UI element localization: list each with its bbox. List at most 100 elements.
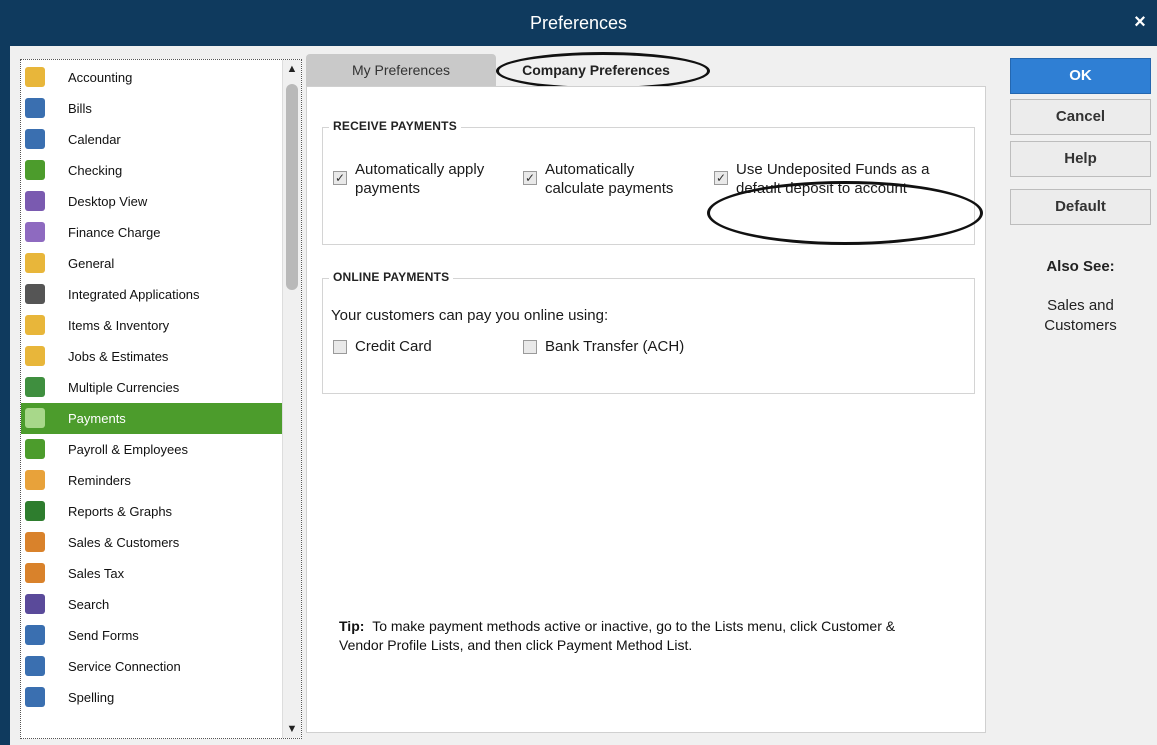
sidebar-item-label: Desktop View <box>68 194 148 209</box>
sidebar-item[interactable]: Integrated Applications <box>21 279 283 310</box>
window-frame <box>0 46 10 745</box>
tip-prefix: Tip: <box>339 618 365 634</box>
close-icon[interactable]: × <box>1129 10 1151 34</box>
tab-company-preferences-label: Company Preferences <box>522 62 670 78</box>
auto-apply-line1: Automatically apply <box>355 161 485 178</box>
general-icon <box>25 253 45 273</box>
auto-calc-label[interactable]: Automatically calculate payments <box>545 160 673 198</box>
sidebar-item[interactable]: Payroll & Employees <box>21 434 283 465</box>
payroll-icon <box>25 439 45 459</box>
auto-calc-checkbox[interactable]: ✓ <box>523 171 537 185</box>
scroll-down-arrow-icon[interactable]: ▼ <box>283 720 301 738</box>
payments-icon <box>25 408 45 428</box>
sidebar-item[interactable]: Calendar <box>21 124 283 155</box>
jobs-estimates-icon <box>25 346 45 366</box>
sidebar-item-label: Service Connection <box>68 659 181 674</box>
spelling-icon <box>25 687 45 707</box>
sidebar-item-label: Bills <box>68 101 92 116</box>
desktop-view-icon <box>25 191 45 211</box>
sidebar-item-label: Jobs & Estimates <box>68 349 169 364</box>
multiple-currencies-icon <box>25 377 45 397</box>
company-preferences-panel: RECEIVE PAYMENTS ✓ Automatically apply p… <box>306 86 986 733</box>
ok-button[interactable]: OK <box>1010 58 1151 94</box>
tab-company-preferences[interactable]: Company Preferences <box>498 54 694 86</box>
sidebar-item[interactable]: Sales Tax <box>21 558 283 589</box>
credit-card-checkbox[interactable] <box>333 340 347 354</box>
sidebar-item-label: Send Forms <box>68 628 139 643</box>
sidebar-item-label: Sales Tax <box>68 566 125 581</box>
receive-payments-heading: RECEIVE PAYMENTS <box>329 119 461 133</box>
checking-icon <box>25 160 45 180</box>
sidebar-item[interactable]: Finance Charge <box>21 217 283 248</box>
auto-apply-checkbox[interactable]: ✓ <box>333 171 347 185</box>
search-icon <box>25 594 45 614</box>
items-inventory-icon <box>25 315 45 335</box>
help-button[interactable]: Help <box>1010 141 1151 177</box>
sidebar-item-label: Calendar <box>68 132 121 147</box>
calendar-icon <box>25 129 45 149</box>
sidebar-item-label: Items & Inventory <box>68 318 170 333</box>
sidebar-item[interactable]: Desktop View <box>21 186 283 217</box>
scroll-thumb[interactable] <box>286 84 298 290</box>
sidebar-item[interactable]: Payments <box>21 403 283 434</box>
sidebar-item[interactable]: Multiple Currencies <box>21 372 283 403</box>
undeposited-line1: Use Undeposited Funds as a <box>736 161 930 178</box>
tip-body: To make payment methods active or inacti… <box>339 618 896 653</box>
sidebar-item[interactable]: Items & Inventory <box>21 310 283 341</box>
online-payments-intro: Your customers can pay you online using: <box>331 307 609 324</box>
sidebar-item-label: Payments <box>68 411 126 426</box>
sales-customers-link[interactable]: Sales and Customers <box>1010 296 1151 336</box>
sidebar-item-label: Reports & Graphs <box>68 504 173 519</box>
sidebar-item-label: Integrated Applications <box>68 287 200 302</box>
also-see-heading: Also See: <box>1046 258 1115 275</box>
undeposited-line2: default deposit to account <box>736 180 907 197</box>
auto-calc-line1: Automatically <box>545 161 635 178</box>
auto-apply-label[interactable]: Automatically apply payments <box>355 160 484 198</box>
also-see-link-line1: Sales and <box>1047 297 1114 314</box>
undeposited-funds-checkbox[interactable]: ✓ <box>714 171 728 185</box>
tab-my-preferences[interactable]: My Preferences <box>306 54 496 86</box>
tip-text: Tip: To make payment methods active or i… <box>339 617 939 655</box>
bank-transfer-checkbox[interactable] <box>523 340 537 354</box>
sidebar-item[interactable]: Accounting <box>21 62 283 93</box>
sidebar-item-label: Finance Charge <box>68 225 161 240</box>
sidebar-item-label: Spelling <box>68 690 115 705</box>
undeposited-funds-label[interactable]: Use Undeposited Funds as a default depos… <box>736 160 929 198</box>
sales-tax-icon <box>25 563 45 583</box>
category-items: Accounting Bills Calendar Checking Desktop V… <box>21 62 283 713</box>
sidebar-item-label: Multiple Currencies <box>68 380 180 395</box>
auto-calc-line2: calculate payments <box>545 180 674 197</box>
sidebar-item[interactable]: Reports & Graphs <box>21 496 283 527</box>
sidebar-item[interactable]: Spelling <box>21 682 283 713</box>
category-scrollbar[interactable]: ▲ ▼ <box>282 60 301 738</box>
scroll-up-arrow-icon[interactable]: ▲ <box>283 60 301 78</box>
default-button[interactable]: Default <box>1010 189 1151 225</box>
credit-card-label[interactable]: Credit Card <box>355 338 432 355</box>
sidebar-item-label: Search <box>68 597 110 612</box>
send-forms-icon <box>25 625 45 645</box>
receive-payments-group: RECEIVE PAYMENTS ✓ Automatically apply p… <box>322 119 975 245</box>
category-list: Accounting Bills Calendar Checking Desktop V… <box>20 59 302 739</box>
sidebar-item[interactable]: Service Connection <box>21 651 283 682</box>
sidebar-item[interactable]: Checking <box>21 155 283 186</box>
bank-transfer-label[interactable]: Bank Transfer (ACH) <box>545 338 684 355</box>
sidebar-item[interactable]: Send Forms <box>21 620 283 651</box>
sidebar-item[interactable]: Search <box>21 589 283 620</box>
preferences-dialog: Accounting Bills Calendar Checking Desktop V… <box>10 46 1157 745</box>
sidebar-item-label: General <box>68 256 115 271</box>
sales-customers-icon <box>25 532 45 552</box>
sidebar-item[interactable]: Jobs & Estimates <box>21 341 283 372</box>
cancel-button[interactable]: Cancel <box>1010 99 1151 135</box>
window-title: Preferences <box>529 13 628 33</box>
bills-icon <box>25 98 45 118</box>
sidebar-item[interactable]: Sales & Customers <box>21 527 283 558</box>
sidebar-item[interactable]: Bills <box>21 93 283 124</box>
sidebar-item[interactable]: Reminders <box>21 465 283 496</box>
service-connection-icon <box>25 656 45 676</box>
also-see-link-line2: Customers <box>1044 317 1117 334</box>
sidebar-item-label: Reminders <box>68 473 131 488</box>
tab-my-preferences-label: My Preferences <box>351 62 451 78</box>
sidebar-item-label: Sales & Customers <box>68 535 180 550</box>
sidebar-item[interactable]: General <box>21 248 283 279</box>
reminders-icon <box>25 470 45 490</box>
